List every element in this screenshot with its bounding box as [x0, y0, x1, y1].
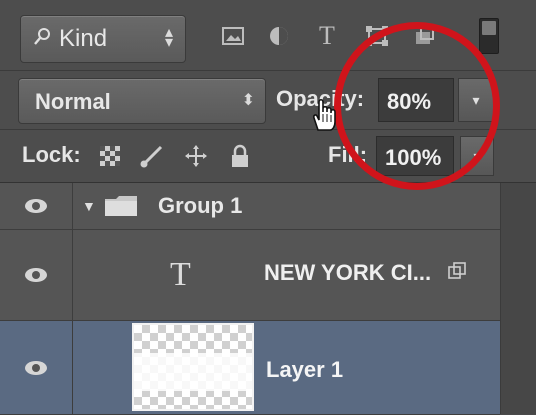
lock-label: Lock: — [22, 142, 81, 167]
blend-mode-label: Normal — [35, 89, 111, 114]
search-icon — [34, 28, 50, 45]
layer-name: Group 1 — [158, 193, 243, 218]
select-arrows-icon: ⬍ — [241, 92, 255, 109]
filter-toggle-switch[interactable] — [479, 18, 499, 54]
visibility-toggle[interactable] — [0, 321, 73, 414]
eye-icon — [25, 199, 47, 213]
layers-list: ▼ Group 1 T NEW YORK CI... Layer 1 — [0, 183, 500, 415]
layer-row-group[interactable]: ▼ Group 1 — [0, 183, 500, 230]
lock-transparent-pixels-icon[interactable] — [94, 140, 126, 172]
layer-row-text[interactable]: T NEW YORK CI... — [0, 230, 500, 321]
clipping-link-icon — [448, 262, 466, 279]
blend-mode-select[interactable]: Normal ⬍ — [18, 78, 266, 124]
annotation-circle — [334, 22, 500, 190]
visibility-toggle[interactable] — [0, 183, 73, 229]
text-layer-thumbnail-icon: T — [170, 256, 191, 293]
disclosure-triangle-icon[interactable]: ▼ — [82, 198, 96, 214]
eye-icon — [25, 268, 47, 282]
hand-cursor-icon — [313, 98, 336, 131]
lock-image-pixels-icon[interactable] — [136, 140, 168, 172]
visibility-toggle[interactable] — [0, 230, 73, 320]
kind-filter-label: Kind — [59, 25, 108, 52]
layer-row-pixel-selected[interactable]: Layer 1 — [0, 321, 500, 415]
scrollbar[interactable] — [500, 183, 536, 414]
type-filter-icon[interactable]: T — [312, 21, 342, 50]
folder-icon — [105, 196, 137, 216]
lock-position-icon[interactable] — [180, 140, 212, 172]
select-arrows-icon: ▴ ▾ — [164, 24, 173, 51]
layer-thumbnail-content — [134, 353, 252, 391]
kind-filter-select[interactable]: Kind ▴ ▾ — [20, 15, 186, 63]
lock-all-icon[interactable] — [224, 140, 256, 172]
layer-name: Layer 1 — [266, 357, 344, 382]
eye-icon — [25, 360, 47, 375]
adjustment-filter-icon[interactable] — [264, 22, 294, 50]
layer-name: NEW YORK CI... — [264, 260, 432, 285]
image-filter-icon[interactable] — [218, 22, 248, 50]
